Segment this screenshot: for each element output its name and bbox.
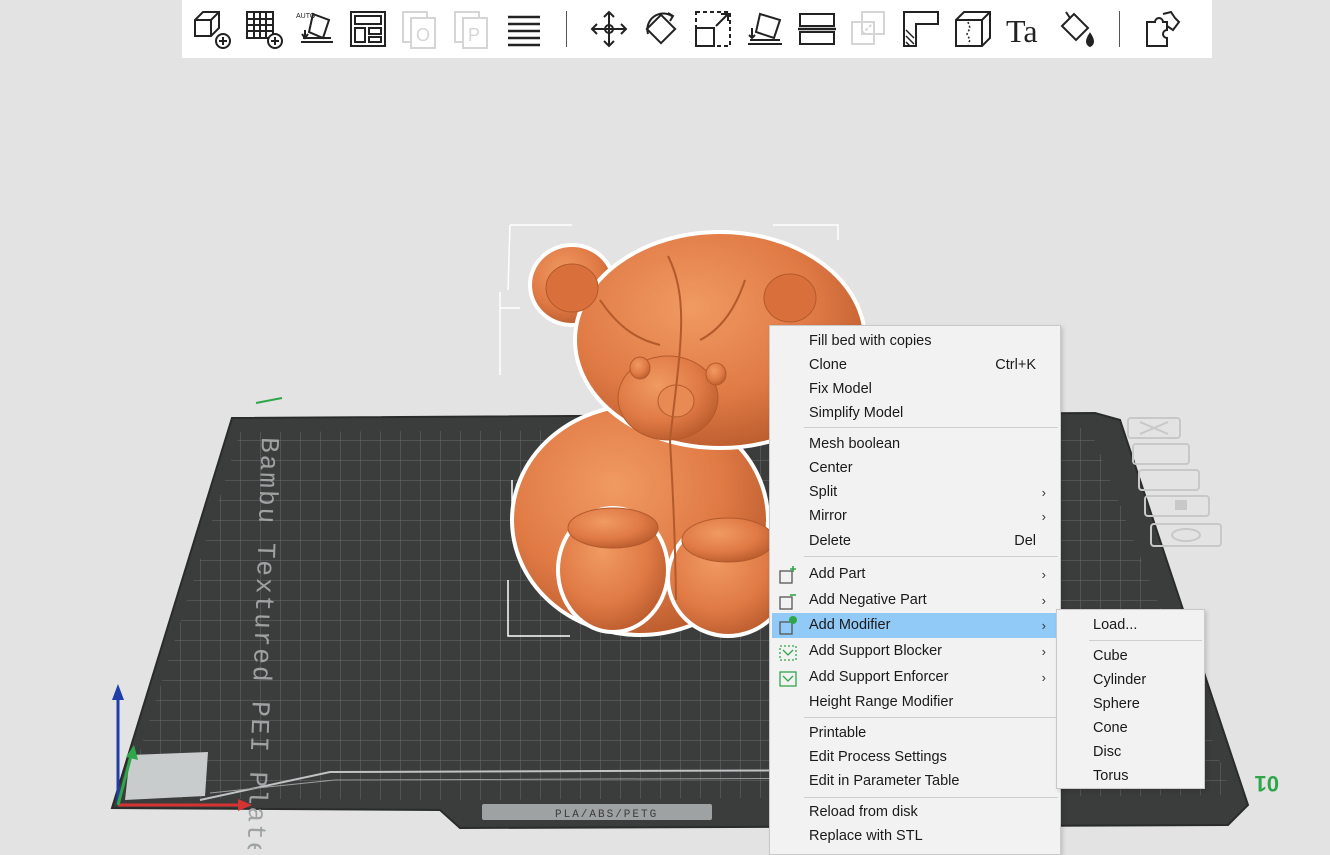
menu-item-edit-process-settings[interactable]: Edit Process Settings [772,745,1058,770]
menu-item-label: Add Modifier [809,617,891,633]
menu-item-simplify-model[interactable]: Simplify Model [772,401,1058,426]
menu-item-label: Add Support Enforcer [809,669,949,685]
cut-icon[interactable] [794,6,840,52]
menu-separator [804,717,1058,718]
submenu-arrow-icon: › [1041,618,1046,633]
scale-icon[interactable] [690,6,736,52]
menu-item-split[interactable]: Split › [772,480,1058,505]
submenu-arrow-icon: › [1041,593,1046,608]
submenu-arrow-icon: › [1041,644,1046,659]
menu-item-fix-model[interactable]: Fix Model [772,377,1058,402]
add-negative-part-icon [779,594,796,610]
menu-item-add-support-blocker[interactable]: Add Support Blocker › [772,639,1058,664]
main-toolbar: AUTO O P Ta [182,0,1212,58]
toolbar-separator [1119,11,1120,47]
svg-text:P: P [468,25,480,45]
support-blocker-icon [779,645,797,661]
submenu-item-cube[interactable]: Cube [1059,644,1202,668]
copy-disabled-icon: O [397,6,443,52]
submenu-item-disc[interactable]: Disc [1059,740,1202,764]
plate-arrange-icon[interactable] [1138,469,1200,491]
rotate-icon[interactable] [638,6,684,52]
menu-item-add-support-enforcer[interactable]: Add Support Enforcer › [772,665,1058,690]
toolbar-separator [566,11,567,47]
menu-item-label: Printable [809,725,867,741]
plate-material-label: PLA/ABS/PETG [555,809,658,821]
submenu-item-cone[interactable]: Cone [1059,716,1202,740]
add-part-icon [779,566,796,584]
menu-item-label: Edit in Parameter Table [809,773,960,789]
menu-item-mirror[interactable]: Mirror › [772,504,1058,529]
menu-item-fill-bed[interactable]: Fill bed with copies [772,329,1058,354]
menu-item-label: Split [809,484,838,500]
menu-separator [804,556,1058,557]
menu-item-clone[interactable]: Clone Ctrl+K [772,353,1058,378]
submenu-arrow-icon: › [1041,509,1046,524]
menu-item-height-range-modifier[interactable]: Height Range Modifier [772,690,1058,715]
menu-item-label: Mirror [809,508,847,524]
add-modifier-icon [779,616,797,635]
support-paint-icon[interactable] [898,6,944,52]
menu-item-label: Add Part [809,566,866,582]
submenu-item-load[interactable]: Load... [1059,613,1202,637]
menu-item-delete[interactable]: Delete Del [772,529,1058,554]
support-enforcer-icon [779,671,797,687]
list-icon[interactable] [501,6,547,52]
submenu-item-cylinder[interactable]: Cylinder [1059,668,1202,692]
move-icon[interactable] [586,6,632,52]
menu-item-label: Simplify Model [809,405,904,421]
shortcut-label: Ctrl+K [995,357,1036,373]
menu-item-add-part[interactable]: Add Part › [772,562,1058,587]
add-plate-icon[interactable] [241,6,287,52]
menu-item-label: Fix Model [809,381,872,397]
text-icon[interactable]: Ta [1002,6,1048,52]
menu-item-label: Delete [809,533,851,549]
plate-orient-icon[interactable] [1132,443,1190,465]
menu-item-printable[interactable]: Printable [772,721,1058,746]
menu-separator [804,797,1058,798]
menu-separator [804,427,1058,428]
menu-item-label: Fill bed with copies [809,333,932,349]
submenu-arrow-icon: › [1041,567,1046,582]
menu-item-add-modifier[interactable]: Add Modifier › [772,613,1058,638]
shortcut-label: Del [1014,533,1036,549]
menu-item-label: Center [809,460,853,476]
menu-item-label: Reload from disk [809,804,918,820]
svg-text:O: O [416,25,430,45]
menu-item-center[interactable]: Center [772,456,1058,481]
seam-paint-icon[interactable] [950,6,996,52]
menu-separator [1089,640,1202,641]
auto-orient-icon[interactable]: AUTO [293,6,339,52]
submenu-arrow-icon: › [1041,485,1046,500]
menu-item-label: Replace with STL [809,828,923,844]
submenu-arrow-icon: › [1041,670,1046,685]
menu-item-label: Edit Process Settings [809,749,947,765]
menu-item-replace-with-stl[interactable]: Replace with STL [772,824,1058,849]
menu-item-add-negative-part[interactable]: Add Negative Part › [772,588,1058,613]
svg-text:Ta: Ta [1006,13,1038,49]
assembly-icon[interactable] [1139,6,1185,52]
lay-on-face-icon[interactable] [742,6,788,52]
color-paint-icon[interactable] [1054,6,1100,52]
menu-item-mesh-boolean[interactable]: Mesh boolean [772,432,1058,457]
submenu-item-torus[interactable]: Torus [1059,764,1202,788]
menu-item-reload-from-disk[interactable]: Reload from disk [772,800,1058,825]
add-object-icon[interactable] [189,6,235,52]
menu-item-edit-in-parameter-table[interactable]: Edit in Parameter Table [772,769,1058,794]
context-menu: Fill bed with copies Clone Ctrl+K Fix Mod… [769,325,1061,855]
paste-disabled-icon: P [449,6,495,52]
menu-item-label: Add Negative Part [809,592,927,608]
arrange-icon[interactable] [345,6,391,52]
menu-item-label: Mesh boolean [809,436,901,452]
menu-item-label: Add Support Blocker [809,643,942,659]
plate-number-label: 01 [1255,771,1279,796]
menu-item-label: Clone [809,357,847,373]
add-modifier-submenu: Load... Cube Cylinder Sphere Cone Disc T… [1056,609,1205,789]
menu-item-label: Height Range Modifier [809,694,954,710]
submenu-item-sphere[interactable]: Sphere [1059,692,1202,716]
boolean-disabled-icon [846,6,892,52]
